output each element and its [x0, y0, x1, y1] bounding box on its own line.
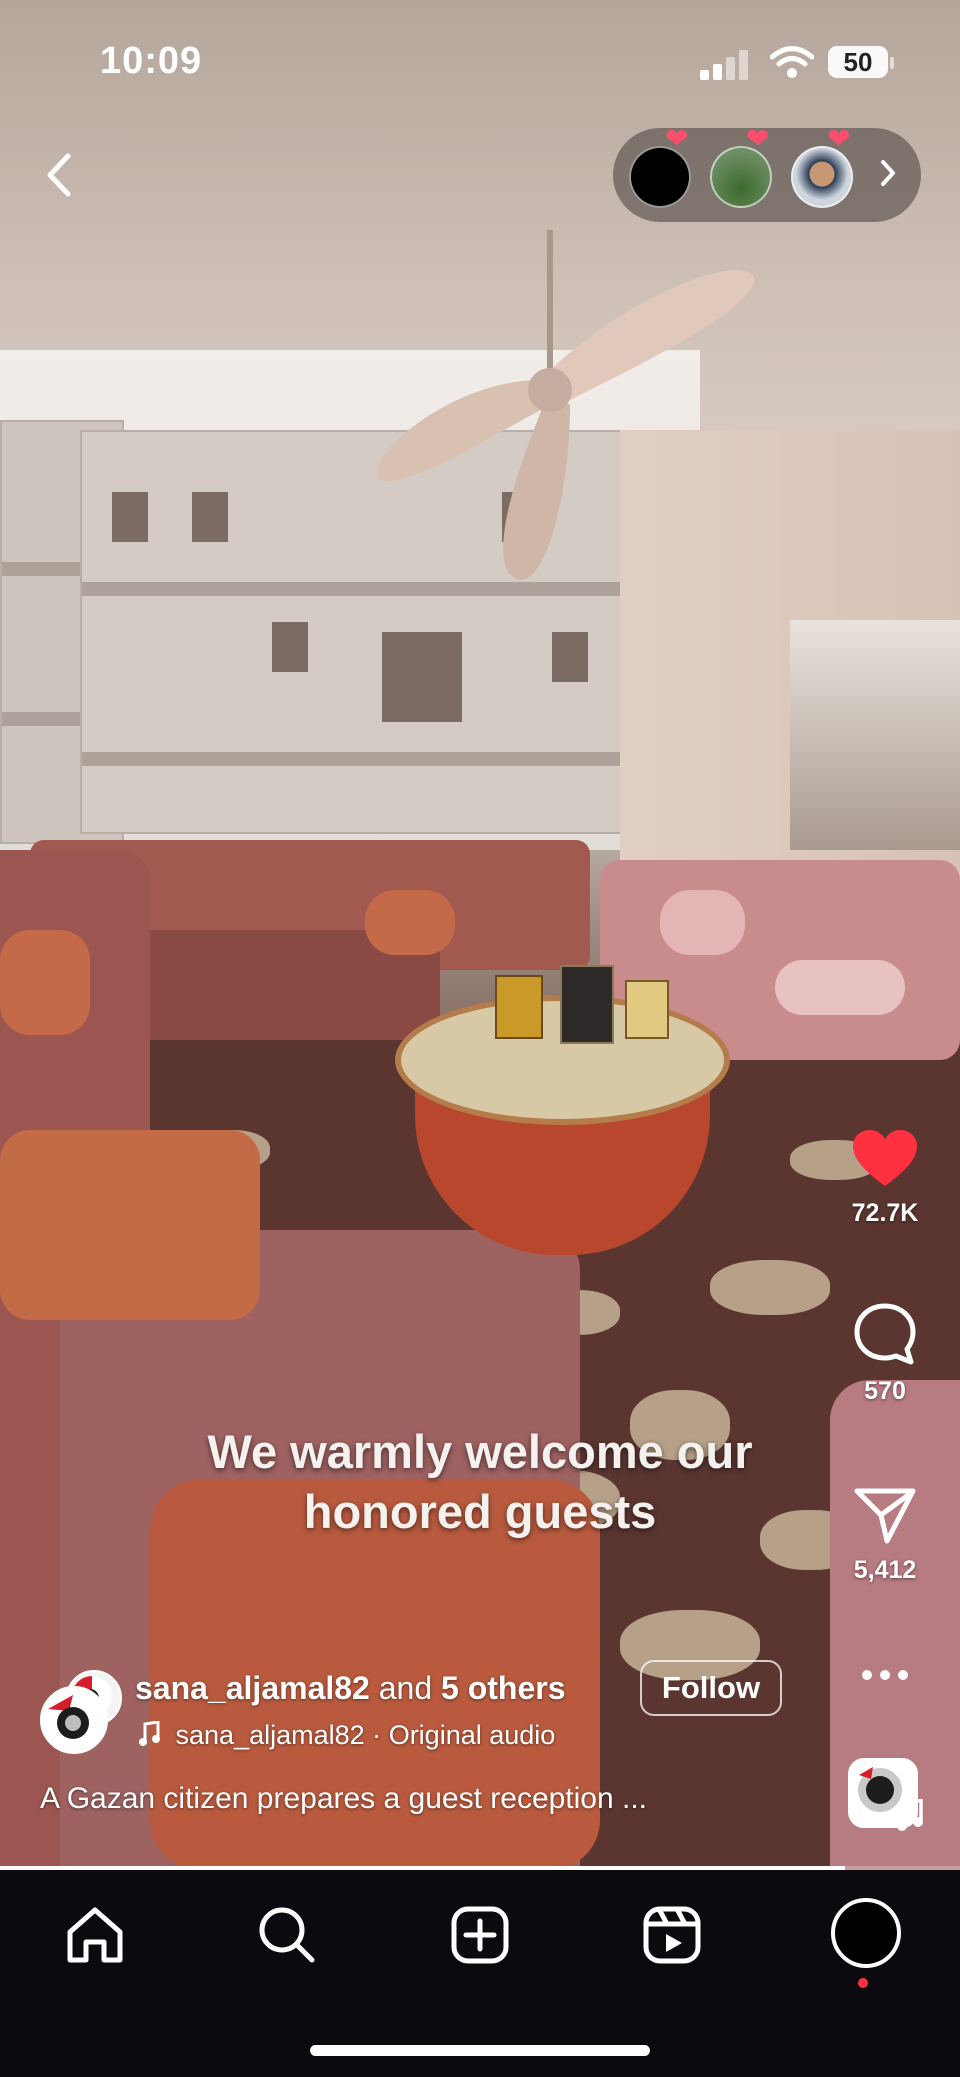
- viewer-avatar: [629, 146, 691, 208]
- status-bar: 10:09 50: [0, 0, 960, 130]
- like-count: 72.7K: [851, 1199, 919, 1227]
- comment-icon[interactable]: [853, 1302, 917, 1366]
- heart-filled-icon[interactable]: [853, 1130, 917, 1188]
- author-avatar[interactable]: [40, 1686, 108, 1754]
- search-icon[interactable]: [252, 1900, 322, 1970]
- pillow: [365, 890, 455, 955]
- round-table: [395, 965, 730, 1265]
- wifi-icon: [770, 46, 814, 78]
- music-note-icon: [139, 1720, 160, 1746]
- audio-separator: ·: [372, 1720, 382, 1750]
- comment-count: 570: [864, 1377, 906, 1405]
- pillow: [0, 1130, 260, 1320]
- reels-icon[interactable]: [637, 1900, 707, 1970]
- ceiling-fan: [377, 230, 755, 580]
- collab-others[interactable]: 5 others: [441, 1670, 565, 1706]
- reel-author-info: sana_aljamal82 and 5 others Follow sana_…: [40, 1660, 920, 1820]
- status-time: 10:09: [100, 40, 203, 82]
- pillow: [0, 930, 90, 1035]
- battery-icon: 50: [828, 46, 888, 78]
- author-username[interactable]: sana_aljamal82: [135, 1670, 370, 1706]
- reel-video[interactable]: [0, 0, 960, 1870]
- home-icon[interactable]: [60, 1900, 130, 1970]
- pillow: [775, 960, 905, 1015]
- profile-icon[interactable]: [829, 1896, 903, 1970]
- profile-logo-icon: [45, 1691, 103, 1749]
- collab-conjunction: and: [378, 1670, 433, 1706]
- audio-attribution[interactable]: sana_aljamal82 · Original audio: [138, 1720, 555, 1751]
- share-action[interactable]: 5,412: [845, 1485, 925, 1585]
- viewer-avatar: [710, 146, 772, 208]
- author-line: sana_aljamal82 and 5 others: [135, 1670, 566, 1707]
- create-icon[interactable]: [445, 1900, 515, 1970]
- pillow: [660, 890, 745, 955]
- audio-username: sana_aljamal82: [175, 1720, 365, 1750]
- heart-icon: ❤: [665, 123, 689, 154]
- signal-icon: [700, 50, 748, 80]
- notification-dot: [858, 1978, 868, 1988]
- recent-viewers-pill[interactable]: ❤ ❤ ❤: [613, 123, 921, 222]
- wall-opening: [790, 620, 960, 850]
- audio-label: Original audio: [388, 1720, 556, 1750]
- heart-icon: ❤: [827, 123, 851, 154]
- home-indicator[interactable]: [310, 2045, 650, 2056]
- send-icon[interactable]: [853, 1485, 917, 1545]
- like-action[interactable]: 72.7K: [845, 1130, 925, 1228]
- follow-button[interactable]: Follow: [640, 1660, 782, 1716]
- reel-description[interactable]: A Gazan citizen prepares a guest recepti…: [40, 1782, 647, 1816]
- battery-tip: [890, 57, 894, 69]
- comment-action[interactable]: 570: [845, 1302, 925, 1406]
- battery-level: 50: [843, 47, 873, 77]
- video-caption-line2: honored guests: [303, 1485, 657, 1538]
- heart-icon: ❤: [746, 123, 770, 154]
- chevron-left-icon[interactable]: [40, 150, 80, 200]
- chevron-right-icon[interactable]: [878, 158, 898, 188]
- video-caption-line1: We warmly welcome our: [207, 1425, 753, 1478]
- share-count: 5,412: [853, 1556, 917, 1584]
- viewer-avatar: [791, 146, 853, 208]
